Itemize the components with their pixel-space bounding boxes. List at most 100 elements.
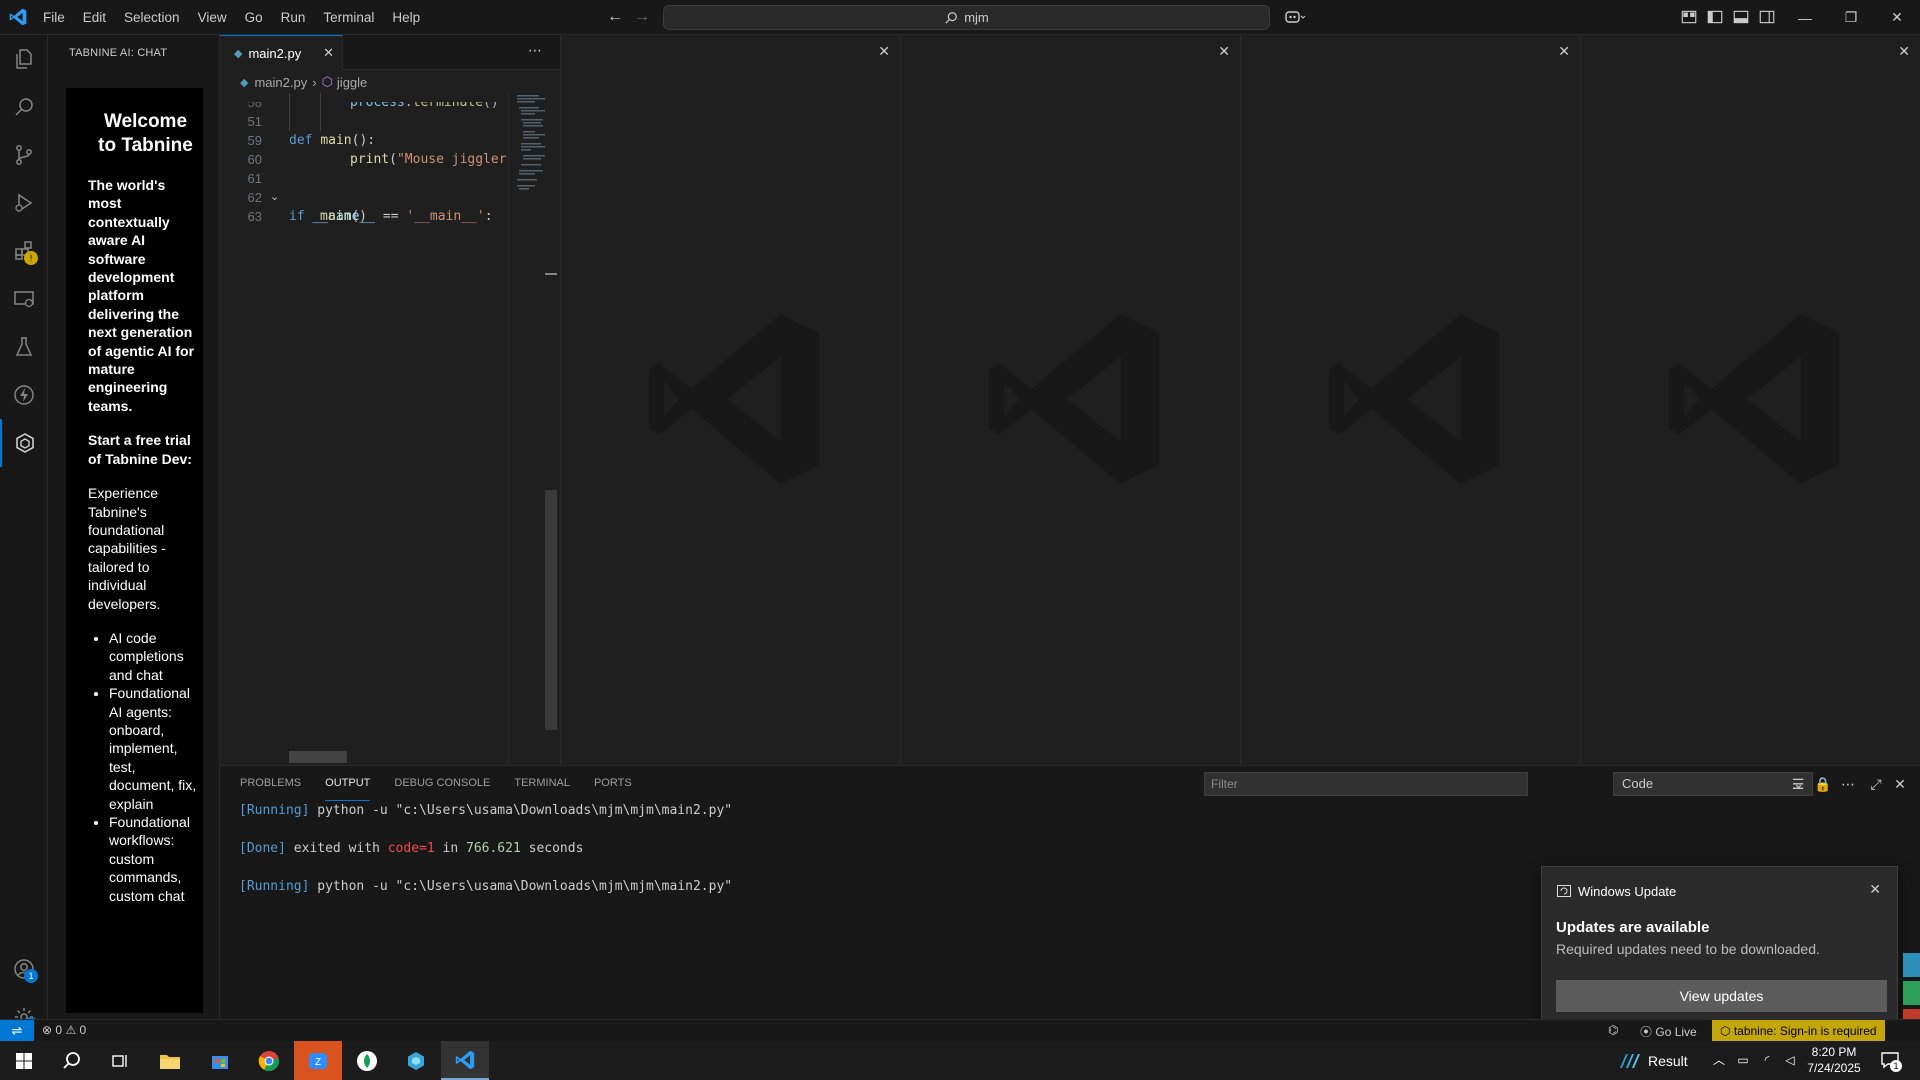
menu-view[interactable]: View xyxy=(189,10,236,25)
explorer-button[interactable] xyxy=(0,35,48,83)
tab-terminal[interactable]: TERMINAL xyxy=(514,766,570,801)
tabnine-button[interactable] xyxy=(0,419,48,467)
source-control-button[interactable] xyxy=(0,131,48,179)
menu-go[interactable]: Go xyxy=(236,10,272,25)
close-toast-icon[interactable]: ✕ xyxy=(1869,881,1881,898)
minimize-button[interactable]: — xyxy=(1782,0,1828,35)
minimap-marker xyxy=(545,273,557,275)
action-center-button[interactable]: 1 xyxy=(1880,1050,1902,1072)
tab-output[interactable]: OUTPUT xyxy=(325,766,371,801)
toggle-secondary-sidebar-icon[interactable] xyxy=(1758,8,1776,26)
remote-indicator-icon[interactable]: ⇌ xyxy=(0,1020,34,1042)
close-group-icon[interactable]: ✕ xyxy=(1898,43,1910,60)
view-updates-button[interactable]: View updates xyxy=(1556,980,1887,1012)
more-actions-icon[interactable]: ⋯ xyxy=(528,42,542,59)
restore-button[interactable]: ❐ xyxy=(1828,0,1874,35)
breadcrumb-file[interactable]: main2.py xyxy=(254,75,307,90)
indent-guide xyxy=(320,93,321,131)
vscode-logo-icon[interactable] xyxy=(8,7,28,27)
blue-app-button[interactable] xyxy=(392,1041,440,1080)
horizontal-scrollbar[interactable] xyxy=(289,751,347,763)
back-arrow-icon[interactable]: ← xyxy=(605,7,625,27)
output-channel-select[interactable]: Code ⌄ xyxy=(1613,772,1813,796)
editor-group-5[interactable]: ✕ xyxy=(1580,35,1920,765)
tabnine-chat-webview[interactable]: Welcome to Tabnine The world's most cont… xyxy=(66,88,203,1013)
vscode-taskbar-button[interactable] xyxy=(441,1041,489,1080)
editor-group-3[interactable]: ✕ xyxy=(900,35,1240,765)
menu-help[interactable]: Help xyxy=(383,10,429,25)
search-icon xyxy=(63,1051,80,1069)
chrome-button[interactable] xyxy=(245,1041,293,1080)
maximize-panel-icon[interactable]: ⤢ xyxy=(1868,776,1884,792)
task-view-button[interactable] xyxy=(96,1041,144,1080)
remote-explorer-button[interactable] xyxy=(0,275,48,323)
show-hidden-icons-icon[interactable]: ︿ xyxy=(1711,1052,1727,1068)
vertical-scrollbar[interactable] xyxy=(545,490,557,730)
output-filter-input[interactable]: Filter xyxy=(1204,772,1528,796)
accounts-button[interactable]: 1 xyxy=(0,945,48,993)
taskbar-search-button[interactable] xyxy=(48,1041,96,1080)
forward-arrow-icon[interactable]: → xyxy=(632,7,652,27)
feature-item: Foundational workflows: custom commands,… xyxy=(109,813,197,905)
leaf-app-icon xyxy=(357,1050,377,1071)
close-tab-icon[interactable]: ✕ xyxy=(323,45,334,61)
output-log[interactable]: [Running] python -u "c:\Users\usama\Down… xyxy=(239,801,732,915)
menu-terminal[interactable]: Terminal xyxy=(314,10,383,25)
lightning-extension-button[interactable] xyxy=(0,371,48,419)
windows-update-toast: Windows Update ✕ Updates are available R… xyxy=(1541,866,1898,1026)
close-group-icon[interactable]: ✕ xyxy=(1218,43,1230,60)
close-panel-icon[interactable]: ✕ xyxy=(1892,776,1908,792)
network-icon[interactable]: ◜ xyxy=(1759,1052,1775,1068)
menu-file[interactable]: File xyxy=(34,10,74,25)
go-live-button[interactable]: ⦿ Go Live xyxy=(1640,1023,1697,1040)
menu-selection[interactable]: Selection xyxy=(115,10,189,25)
start-button[interactable] xyxy=(0,1041,48,1080)
exited-text: exited with xyxy=(293,841,380,856)
green-app-button[interactable] xyxy=(343,1041,391,1080)
toggle-panel-icon[interactable] xyxy=(1732,8,1750,26)
extensions-button[interactable]: ! xyxy=(0,227,48,275)
file-explorer-button[interactable] xyxy=(146,1041,194,1080)
taskbar-clock[interactable]: 8:20 PM 7/24/2025 xyxy=(1796,1044,1872,1076)
copilot-icon[interactable] xyxy=(1284,8,1306,26)
tab-main2-py[interactable]: ◆ main2.py ✕ xyxy=(220,35,343,70)
code-line: 60 xyxy=(220,131,540,167)
editor-group-4[interactable]: ✕ xyxy=(1240,35,1580,765)
weather-widget[interactable]: Result xyxy=(1616,1041,1688,1080)
more-actions-icon[interactable]: ⋯ xyxy=(1840,776,1856,792)
accounts-badge: 1 xyxy=(24,969,38,983)
run-debug-button[interactable] xyxy=(0,179,48,227)
toast-header: Windows Update xyxy=(1556,883,1676,899)
toggle-primary-sidebar-icon[interactable] xyxy=(1706,8,1724,26)
welcome-heading: Welcome to Tabnine xyxy=(98,111,193,156)
trial-heading: Start a free trial of Tabnine Dev: xyxy=(88,432,192,467)
customize-layout-icon[interactable] xyxy=(1680,8,1698,26)
close-window-button[interactable]: ✕ xyxy=(1874,0,1920,35)
lock-scroll-icon[interactable]: 🔒 xyxy=(1814,776,1831,792)
problems-indicator[interactable]: ⊗ 0 ⚠ 0 xyxy=(42,1023,86,1037)
output-line: [Running] python -u "c:\Users\usama\Down… xyxy=(239,803,733,818)
clear-output-icon[interactable]: ☰ xyxy=(1790,776,1806,792)
battery-icon[interactable]: ▭ xyxy=(1735,1052,1751,1068)
code-line: 62 main() xyxy=(220,169,540,224)
search-button[interactable] xyxy=(0,83,48,131)
zoom-app-button[interactable]: Z xyxy=(294,1041,342,1080)
close-group-icon[interactable]: ✕ xyxy=(878,43,890,60)
close-group-icon[interactable]: ✕ xyxy=(1558,43,1570,60)
tab-debug-console[interactable]: DEBUG CONSOLE xyxy=(394,766,490,801)
menu-run[interactable]: Run xyxy=(272,10,315,25)
tab-problems[interactable]: PROBLEMS xyxy=(240,766,301,801)
minimap[interactable] xyxy=(508,93,557,765)
in-text: in xyxy=(442,841,459,856)
store-button[interactable] xyxy=(196,1041,244,1080)
testing-button[interactable] xyxy=(0,323,48,371)
tabnine-status[interactable]: ⬡ tabnine: Sign-in is required xyxy=(1712,1020,1885,1042)
menu-edit[interactable]: Edit xyxy=(74,10,115,25)
status-bar: ⇌ ⊗ 0 ⚠ 0 ⌬ ⦿ Go Live ⬡ tabnine: Sign-in… xyxy=(0,1019,1920,1042)
editor-group-2[interactable]: ✕ xyxy=(560,35,900,765)
breadcrumb-symbol[interactable]: jiggle xyxy=(337,75,367,90)
tab-ports[interactable]: PORTS xyxy=(594,766,632,801)
copilot-status-icon[interactable]: ⌬ xyxy=(1608,1023,1618,1037)
command-center-search[interactable]: mjm xyxy=(663,5,1270,30)
chevron-right-icon: › xyxy=(312,74,317,90)
